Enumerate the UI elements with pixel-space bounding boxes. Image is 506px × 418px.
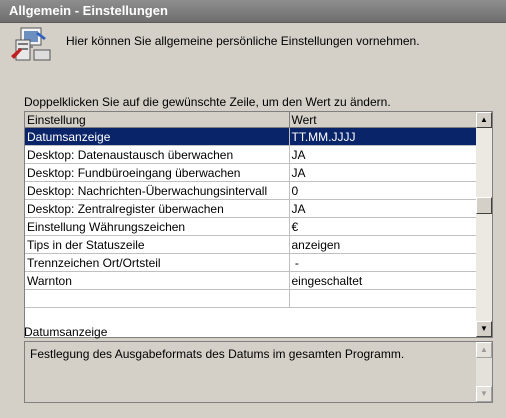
setting-cell[interactable]: Datumsanzeige [25,127,290,146]
value-cell[interactable]: - [289,253,477,272]
table-row[interactable]: Desktop: Datenaustausch überwachen JA [25,145,477,164]
setting-cell[interactable]: Desktop: Nachrichten-Überwachungsinterva… [25,181,290,200]
table-row[interactable]: Tips in der Statuszeile anzeigen [25,235,477,254]
setting-cell[interactable]: Warnton [25,271,290,290]
value-cell[interactable]: anzeigen [289,235,477,254]
setting-cell[interactable]: Desktop: Datenaustausch überwachen [25,145,290,164]
settings-computer-icon [11,27,51,61]
table-row[interactable] [25,289,477,308]
setting-cell[interactable]: Einstellung Währungszeichen [25,217,290,236]
value-cell[interactable]: JA [289,145,477,164]
value-cell[interactable]: JA [289,199,477,218]
setting-cell[interactable]: Desktop: Zentralregister überwachen [25,199,290,218]
window-title: Allgemein - Einstellungen [9,3,168,18]
setting-cell[interactable]: Tips in der Statuszeile [25,235,290,254]
title-bar: Allgemein - Einstellungen [0,0,506,23]
value-cell[interactable]: € [289,217,477,236]
table-row[interactable]: Datumsanzeige TT.MM.JJJJ [25,127,477,146]
header-row: Einstellung Wert [25,112,477,128]
grid-scrollbar[interactable]: ▲ ▼ [476,112,492,337]
column-header-value[interactable]: Wert [289,112,477,128]
table-row[interactable]: Desktop: Nachrichten-Überwachungsinterva… [25,181,477,200]
scroll-thumb[interactable] [476,197,492,214]
instruction-text: Doppelklicken Sie auf die gewünschte Zei… [24,95,391,109]
description-box: Festlegung des Ausgabeformats des Datums… [24,341,493,403]
value-cell[interactable]: JA [289,163,477,182]
value-cell[interactable]: eingeschaltet [289,271,477,290]
setting-cell[interactable]: Trennzeichen Ort/Ortsteil [25,253,290,272]
value-cell[interactable]: 0 [289,181,477,200]
column-header-setting[interactable]: Einstellung [25,112,290,128]
arrow-down-icon[interactable]: ▼ [476,321,492,337]
arrow-down-icon: ▼ [476,386,492,402]
setting-cell[interactable] [25,289,290,308]
value-cell[interactable]: TT.MM.JJJJ [289,127,477,146]
description-label: Datumsanzeige [24,325,108,339]
table-row[interactable]: Einstellung Währungszeichen € [25,217,477,236]
arrow-up-icon[interactable]: ▲ [476,112,492,128]
table-row[interactable]: Desktop: Fundbüroeingang überwachen JA [25,163,477,182]
arrow-up-icon: ▲ [476,342,492,358]
setting-cell[interactable]: Desktop: Fundbüroeingang überwachen [25,163,290,182]
value-cell[interactable] [289,289,477,308]
settings-table: Einstellung Wert Datumsanzeige TT.MM.JJJ… [25,112,477,308]
description-text: Festlegung des Ausgabeformats des Datums… [30,347,405,361]
table-row[interactable]: Desktop: Zentralregister überwachen JA [25,199,477,218]
table-row[interactable]: Warnton eingeschaltet [25,271,477,290]
description-scrollbar: ▲ ▼ [476,342,492,402]
intro-text: Hier können Sie allgemeine persönliche E… [66,34,420,48]
table-row[interactable]: Trennzeichen Ort/Ortsteil - [25,253,477,272]
settings-grid[interactable]: Einstellung Wert Datumsanzeige TT.MM.JJJ… [24,111,493,338]
